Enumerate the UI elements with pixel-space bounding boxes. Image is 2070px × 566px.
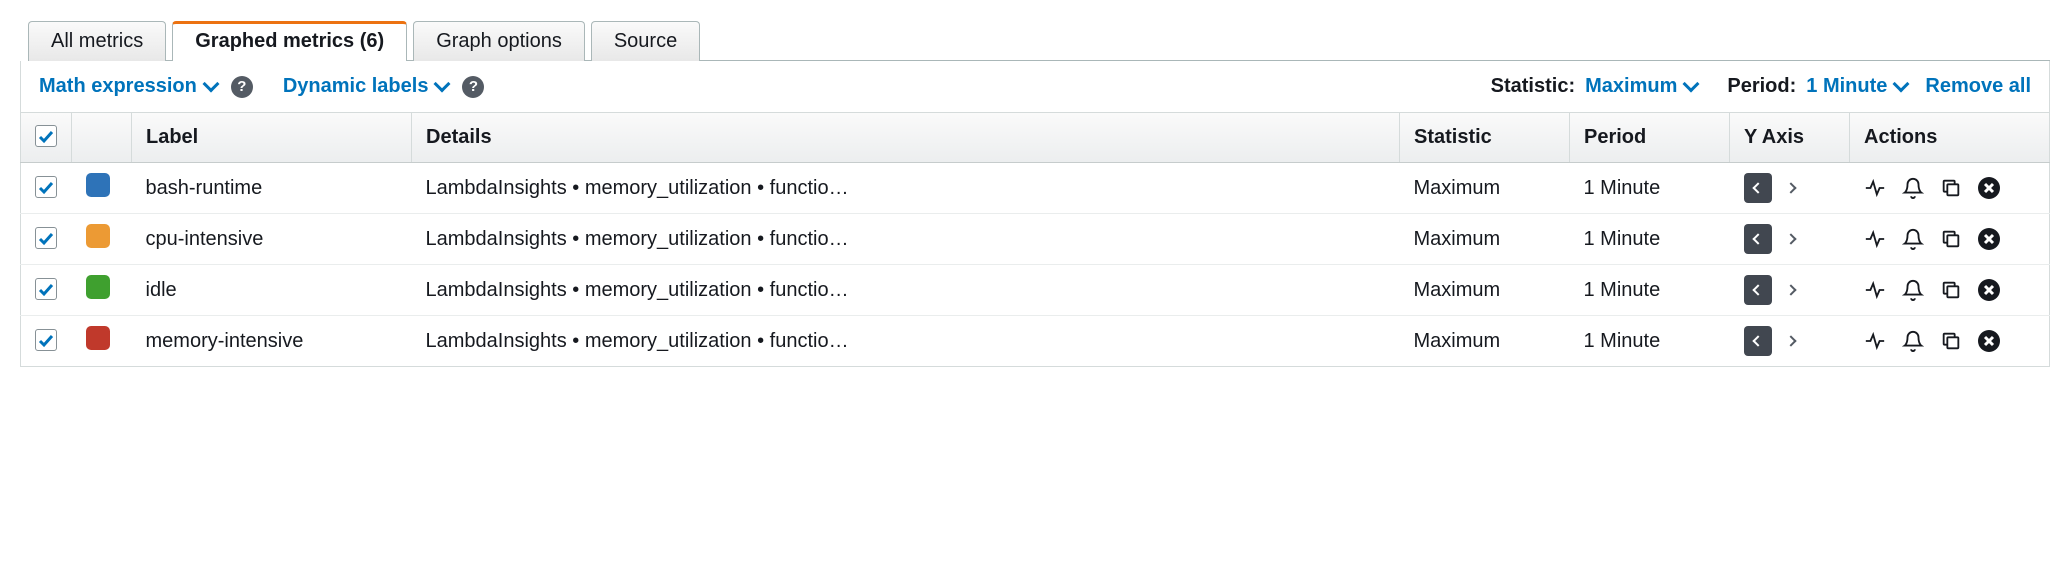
remove-row-button[interactable] (1978, 330, 2000, 352)
chevron-right-icon (1785, 182, 1796, 193)
activity-icon[interactable] (1864, 228, 1886, 250)
chevron-down-icon (1893, 75, 1910, 92)
bell-icon[interactable] (1902, 279, 1924, 301)
tab-source[interactable]: Source (591, 21, 700, 61)
cell-label[interactable]: bash-runtime (132, 163, 412, 214)
header-check (21, 113, 72, 163)
activity-icon[interactable] (1864, 279, 1886, 301)
chevron-left-icon (1752, 335, 1763, 346)
bell-icon[interactable] (1902, 330, 1924, 352)
header-yaxis[interactable]: Y Axis (1730, 113, 1850, 163)
period-label: Period: (1727, 75, 1796, 98)
row-checkbox[interactable] (35, 227, 57, 249)
color-chip[interactable] (86, 224, 110, 248)
header-details[interactable]: Details (412, 113, 1400, 163)
cell-period[interactable]: 1 Minute (1570, 163, 1730, 214)
yaxis-right-button[interactable] (1778, 173, 1804, 203)
chevron-right-icon (1785, 284, 1796, 295)
yaxis-left-button[interactable] (1744, 173, 1772, 203)
dynamic-labels-label: Dynamic labels (283, 75, 429, 98)
remove-row-button[interactable] (1978, 177, 2000, 199)
toolbar: Math expression ? Dynamic labels ? Stati… (20, 61, 2050, 113)
table-row: cpu-intensive LambdaInsights • memory_ut… (21, 214, 2050, 265)
statistic-label: Statistic: (1491, 75, 1575, 98)
math-expression-dropdown[interactable]: Math expression (39, 75, 217, 98)
cell-label[interactable]: memory-intensive (132, 316, 412, 367)
chevron-left-icon (1752, 233, 1763, 244)
color-chip[interactable] (86, 326, 110, 350)
chevron-down-icon (434, 75, 451, 92)
statistic-dropdown[interactable]: Maximum (1585, 75, 1697, 98)
yaxis-left-button[interactable] (1744, 326, 1772, 356)
header-actions: Actions (1850, 113, 2050, 163)
cell-details: LambdaInsights • memory_utilization • fu… (412, 265, 1400, 316)
cell-details: LambdaInsights • memory_utilization • fu… (412, 316, 1400, 367)
bell-icon[interactable] (1902, 228, 1924, 250)
period-value: 1 Minute (1806, 75, 1887, 98)
table-row: memory-intensive LambdaInsights • memory… (21, 316, 2050, 367)
activity-icon[interactable] (1864, 330, 1886, 352)
chevron-right-icon (1785, 335, 1796, 346)
chevron-right-icon (1785, 233, 1796, 244)
cell-period[interactable]: 1 Minute (1570, 316, 1730, 367)
help-icon[interactable]: ? (231, 76, 253, 98)
cell-statistic[interactable]: Maximum (1400, 265, 1570, 316)
yaxis-right-button[interactable] (1778, 326, 1804, 356)
cell-period[interactable]: 1 Minute (1570, 214, 1730, 265)
tab-all-metrics[interactable]: All metrics (28, 21, 166, 61)
chevron-left-icon (1752, 182, 1763, 193)
table-row: bash-runtime LambdaInsights • memory_uti… (21, 163, 2050, 214)
copy-icon[interactable] (1940, 177, 1962, 199)
cell-statistic[interactable]: Maximum (1400, 214, 1570, 265)
tab-bar: All metrics Graphed metrics (6) Graph op… (28, 20, 2050, 61)
header-period[interactable]: Period (1570, 113, 1730, 163)
header-statistic[interactable]: Statistic (1400, 113, 1570, 163)
metrics-table: Label Details Statistic Period Y Axis Ac… (20, 113, 2050, 367)
dynamic-labels-dropdown[interactable]: Dynamic labels (283, 75, 449, 98)
chevron-down-icon (1683, 75, 1700, 92)
tab-graph-options[interactable]: Graph options (413, 21, 585, 61)
cell-label[interactable]: cpu-intensive (132, 214, 412, 265)
yaxis-left-button[interactable] (1744, 275, 1772, 305)
help-icon[interactable]: ? (462, 76, 484, 98)
table-row: idle LambdaInsights • memory_utilization… (21, 265, 2050, 316)
yaxis-right-button[interactable] (1778, 275, 1804, 305)
cell-details: LambdaInsights • memory_utilization • fu… (412, 163, 1400, 214)
statistic-value: Maximum (1585, 75, 1677, 98)
yaxis-left-button[interactable] (1744, 224, 1772, 254)
math-expression-label: Math expression (39, 75, 197, 98)
cell-details: LambdaInsights • memory_utilization • fu… (412, 214, 1400, 265)
row-checkbox[interactable] (35, 176, 57, 198)
header-label[interactable]: Label (132, 113, 412, 163)
tab-graphed-metrics[interactable]: Graphed metrics (6) (172, 21, 407, 61)
row-checkbox[interactable] (35, 278, 57, 300)
remove-row-button[interactable] (1978, 279, 2000, 301)
copy-icon[interactable] (1940, 279, 1962, 301)
yaxis-right-button[interactable] (1778, 224, 1804, 254)
remove-row-button[interactable] (1978, 228, 2000, 250)
color-chip[interactable] (86, 173, 110, 197)
header-color (72, 113, 132, 163)
row-checkbox[interactable] (35, 329, 57, 351)
chevron-left-icon (1752, 284, 1763, 295)
remove-all-link[interactable]: Remove all (1925, 75, 2031, 98)
activity-icon[interactable] (1864, 177, 1886, 199)
cell-statistic[interactable]: Maximum (1400, 316, 1570, 367)
cell-period[interactable]: 1 Minute (1570, 265, 1730, 316)
chevron-down-icon (202, 75, 219, 92)
select-all-checkbox[interactable] (35, 125, 57, 147)
period-dropdown[interactable]: 1 Minute (1806, 75, 1907, 98)
copy-icon[interactable] (1940, 330, 1962, 352)
bell-icon[interactable] (1902, 177, 1924, 199)
cell-label[interactable]: idle (132, 265, 412, 316)
copy-icon[interactable] (1940, 228, 1962, 250)
cell-statistic[interactable]: Maximum (1400, 163, 1570, 214)
color-chip[interactable] (86, 275, 110, 299)
